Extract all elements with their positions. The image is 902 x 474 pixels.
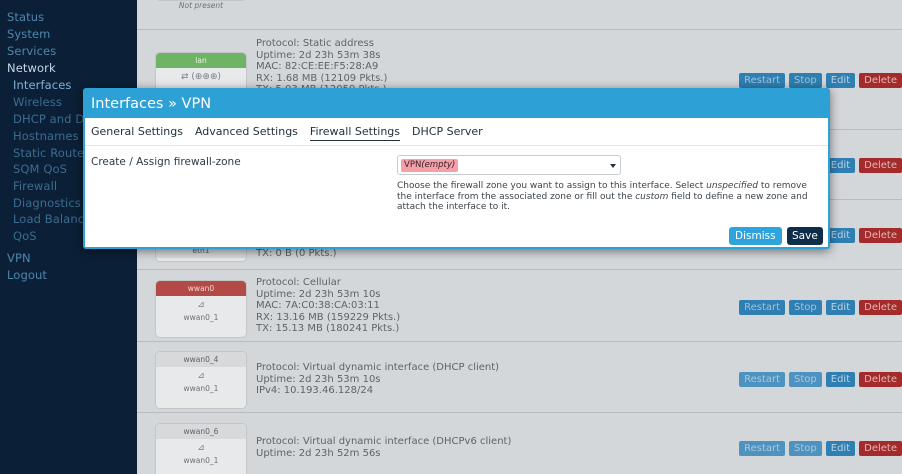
modal-tabs: General Settings Advanced Settings Firew… xyxy=(91,125,483,141)
zone-chip-name: VPN xyxy=(404,160,422,170)
edit-button[interactable]: Edit xyxy=(825,300,856,315)
interface-actions: Restart Stop Edit Delete xyxy=(739,73,902,88)
stop-button[interactable]: Stop xyxy=(789,372,822,387)
sidebar-item-static-routes[interactable]: Static Routes xyxy=(13,146,90,160)
tab-general-settings[interactable]: General Settings xyxy=(91,125,183,141)
sidebar-item-sqm-qos[interactable]: SQM QoS xyxy=(13,162,67,176)
chevron-down-icon[interactable] xyxy=(610,164,616,168)
delete-button[interactable]: Delete xyxy=(859,228,902,243)
interface-row: wwan0_4 ⊿ wwan0_1 Protocol: Virtual dynamic… xyxy=(137,341,902,411)
save-button[interactable]: Save xyxy=(787,227,823,245)
interface-badge: Not present xyxy=(155,0,247,10)
modal-title: Interfaces » VPN xyxy=(85,90,828,118)
delete-button[interactable]: Delete xyxy=(859,158,902,173)
interface-actions: Edit Delete xyxy=(825,228,902,243)
network-device-icon: ⇄ (⊕⊕⊕) xyxy=(180,72,222,82)
sidebar-item-hostnames[interactable]: Hostnames xyxy=(13,129,79,143)
interface-name: wwan0_4 xyxy=(156,352,246,367)
interface-badge: wwan0_4 ⊿ wwan0_1 xyxy=(155,351,247,409)
stop-button[interactable]: Stop xyxy=(789,300,822,315)
sidebar-item-system[interactable]: System xyxy=(7,27,50,41)
status-line: Uptime: 2d 23h 53m 10s xyxy=(256,373,381,385)
edit-interface-modal: Interfaces » VPN General Settings Advanc… xyxy=(83,88,830,249)
sidebar-item-interfaces[interactable]: Interfaces xyxy=(13,78,71,92)
network-device-icon: ⊿ xyxy=(197,443,205,453)
help-em-custom: custom xyxy=(635,191,669,202)
zone-chip-note: (empty) xyxy=(421,160,456,170)
network-device-icon: ⊿ xyxy=(197,300,205,310)
edit-button[interactable]: Edit xyxy=(825,228,856,243)
restart-button[interactable]: Restart xyxy=(739,372,786,387)
edit-button[interactable]: Edit xyxy=(825,441,856,456)
delete-button[interactable]: Delete xyxy=(859,300,902,315)
firewall-zone-label: Create / Assign firewall-zone xyxy=(91,156,241,168)
network-device-icon: ⊿ xyxy=(197,371,205,381)
stop-button[interactable]: Stop xyxy=(789,441,822,456)
stop-button[interactable]: Stop xyxy=(789,73,822,88)
status-line: Uptime: 2d 23h 52m 56s xyxy=(256,447,381,459)
sidebar-item-logout[interactable]: Logout xyxy=(7,268,47,282)
help-em-unspecified: unspecified xyxy=(706,181,758,191)
sidebar-item-firewall[interactable]: Firewall xyxy=(13,179,57,193)
interface-device: wwan0_1 xyxy=(183,313,219,322)
status-line: Protocol: Cellular xyxy=(256,277,341,288)
sidebar-item-services[interactable]: Services xyxy=(7,44,56,58)
sidebar-item-vpn[interactable]: VPN xyxy=(7,251,31,265)
status-line: MAC: 7A:C0:38:CA:03:11 xyxy=(256,300,380,311)
status-line: Protocol: Static address xyxy=(256,38,374,49)
edit-button[interactable]: Edit xyxy=(825,73,856,88)
status-line: RX: 13.16 MB (159229 Pkts.) xyxy=(256,311,401,323)
interface-device: wwan0_1 xyxy=(183,384,219,393)
tab-advanced-settings[interactable]: Advanced Settings xyxy=(195,125,298,141)
edit-button[interactable]: Edit xyxy=(825,158,856,173)
delete-button[interactable]: Delete xyxy=(859,441,902,456)
firewall-zone-help: Choose the firewall zone you want to ass… xyxy=(397,181,817,213)
interface-badge: wwan0_6 ⊿ wwan0_1 xyxy=(155,423,247,474)
restart-button[interactable]: Restart xyxy=(739,441,786,456)
interface-badge: wwan0 ⊿ wwan0_1 xyxy=(155,280,247,338)
status-line: TX: 15.13 MB (180241 Pkts.) xyxy=(256,323,400,334)
interface-device: Not present xyxy=(178,1,224,10)
interface-actions: Restart Stop Edit Delete xyxy=(739,441,902,456)
sidebar-item-diagnostics[interactable]: Diagnostics xyxy=(13,196,81,210)
status-line: MAC: 82:CE:EE:F5:28:A9 xyxy=(256,61,379,72)
interface-name: wwan0_6 xyxy=(156,424,246,439)
delete-button[interactable]: Delete xyxy=(859,73,902,88)
interface-status: Protocol: Static address Uptime: 2d 23h 5… xyxy=(256,38,387,96)
interface-device: wwan0_1 xyxy=(183,456,219,465)
interface-actions: Edit Delete xyxy=(825,158,902,173)
tab-dhcp-server[interactable]: DHCP Server xyxy=(412,125,483,141)
help-text-1: Choose the firewall zone you want to ass… xyxy=(397,181,707,191)
interface-name: wwan0 xyxy=(156,281,246,296)
interface-actions: Restart Stop Edit Delete xyxy=(739,372,902,387)
status-line: IPv4: 10.193.46.128/24 xyxy=(256,385,374,396)
interface-status: Protocol: Virtual dynamic interface (DHC… xyxy=(256,436,511,459)
status-line: Uptime: 2d 23h 53m 38s xyxy=(256,49,381,61)
restart-button[interactable]: Restart xyxy=(739,300,786,315)
status-line: RX: 1.68 MB (12109 Pkts.) xyxy=(256,72,388,84)
interface-row: wwan0_6 ⊿ wwan0_1 Protocol: Virtual dynamic… xyxy=(137,412,902,474)
sidebar-item-network[interactable]: Network xyxy=(7,61,56,75)
restart-button[interactable]: Restart xyxy=(739,73,786,88)
interface-status: Protocol: Virtual dynamic interface (DHC… xyxy=(256,362,499,397)
status-line: Protocol: Virtual dynamic interface (DHC… xyxy=(256,362,500,373)
interface-actions: Restart Stop Edit Delete xyxy=(739,300,902,315)
status-line: Uptime: 2d 23h 53m 10s xyxy=(256,288,381,300)
interface-status: Protocol: Cellular Uptime: 2d 23h 53m 10s… xyxy=(256,277,400,335)
sidebar-item-wireless[interactable]: Wireless xyxy=(13,95,62,109)
sidebar-item-qos[interactable]: QoS xyxy=(13,229,37,243)
interface-status: TX: 0 B (0 Pkts.) xyxy=(256,248,337,260)
status-line: TX: 0 B (0 Pkts.) xyxy=(256,248,337,259)
dismiss-button[interactable]: Dismiss xyxy=(729,227,782,245)
edit-button[interactable]: Edit xyxy=(825,372,856,387)
zone-chip-vpn: VPN(empty) xyxy=(401,159,459,172)
delete-button[interactable]: Delete xyxy=(859,372,902,387)
status-line: Protocol: Virtual dynamic interface (DHC… xyxy=(256,436,512,447)
firewall-zone-select[interactable]: VPN(empty) xyxy=(397,155,621,175)
interface-row: wwan0 ⊿ wwan0_1 Protocol: Cellular Uptime: 2… xyxy=(137,269,902,339)
sidebar-item-status[interactable]: Status xyxy=(7,10,44,24)
interface-name: lan xyxy=(156,53,246,68)
tab-firewall-settings[interactable]: Firewall Settings xyxy=(309,125,401,141)
tabs-divider xyxy=(85,145,828,146)
